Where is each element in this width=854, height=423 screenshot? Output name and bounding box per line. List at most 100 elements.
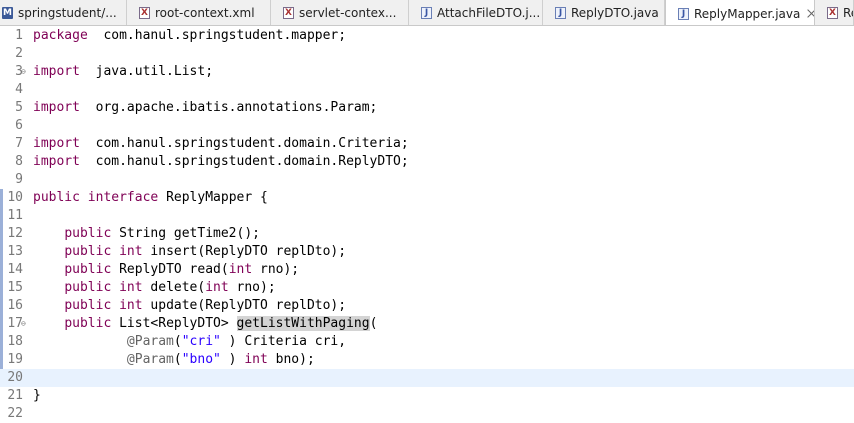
tab-label: springstudent/... (18, 6, 117, 20)
code-token: public (64, 244, 112, 259)
editor-tab[interactable]: Xservlet-contex... (271, 0, 409, 25)
code-editor[interactable]: 1 package com.hanul.springstudent.mapper;… (0, 27, 854, 423)
code-token: int (119, 244, 143, 259)
code-token: ( (173, 334, 182, 349)
code-line[interactable]: 21} (0, 387, 854, 405)
code-line[interactable]: 13 public int insert(ReplyDTO replDto); (0, 243, 854, 261)
code-line[interactable]: 6 (0, 117, 854, 135)
line-number: 9 (15, 172, 23, 187)
line-number: 8 (15, 154, 23, 169)
line-code: import java.util.List; (33, 63, 213, 81)
code-line[interactable]: 7 import com.hanul.springstudent.domain.C… (0, 135, 854, 153)
code-token: package (33, 28, 88, 43)
line-number: 18 (7, 334, 23, 349)
code-token: int (119, 298, 143, 313)
code-line[interactable]: 9 (0, 171, 854, 189)
code-line[interactable]: 12 public String getTime2(); (0, 225, 854, 243)
line-code: public String getTime2(); (33, 225, 260, 243)
code-token: @Param (126, 334, 174, 349)
tab-label: ReplyMapper.java (694, 6, 801, 21)
tab-label: AttachFileDTO.j... (437, 6, 541, 20)
editor-tab[interactable]: X Re (815, 0, 854, 25)
line-number: 12 (7, 226, 23, 241)
code-line[interactable]: 19 @Param("bno" ) int bno); (0, 351, 854, 369)
code-token: rno); (228, 280, 276, 295)
editor-tab[interactable]: Xroot-context.xml (127, 0, 271, 25)
java-file-icon: J (421, 7, 432, 19)
code-token: ( (369, 316, 378, 331)
code-line[interactable]: 15 public int delete(int rno); (0, 279, 854, 297)
code-token: public (64, 298, 112, 313)
code-token: public (64, 280, 112, 295)
fold-toggle-icon[interactable]: ⊖ (21, 320, 29, 328)
line-number: 15 (7, 280, 23, 295)
line-code: public List<ReplyDTO> getListWithPaging( (33, 315, 377, 333)
line-code: } (33, 387, 41, 405)
code-token: int (119, 280, 143, 295)
line-number: 21 (7, 388, 23, 403)
xml-file-icon: X (139, 7, 150, 19)
code-line[interactable]: 4 (0, 81, 854, 99)
maven-pom-icon: M (2, 7, 13, 19)
code-token: import (33, 136, 80, 151)
line-number: 11 (7, 208, 23, 223)
code-token: ReplyMapper { (158, 190, 268, 205)
code-token: insert(ReplyDTO replDto); (142, 244, 347, 259)
code-token: int (244, 352, 268, 367)
code-token: "bno" (181, 352, 221, 367)
editor-tab[interactable]: J ReplyDTO.java (543, 0, 665, 25)
code-token: delete( (142, 280, 206, 295)
line-code: public ReplyDTO read(int rno); (33, 261, 299, 279)
line-number: 22 (7, 406, 23, 421)
code-line[interactable]: 11 (0, 207, 854, 225)
code-token: ) Criteria cri, (220, 334, 347, 349)
code-line[interactable]: 10 public interface ReplyMapper { (0, 189, 854, 207)
code-line[interactable]: 16 public int update(ReplyDTO replDto); (0, 297, 854, 315)
code-line[interactable]: 18 @Param("cri" ) Criteria cri, (0, 333, 854, 351)
code-line[interactable]: 22 (0, 405, 854, 423)
code-token: java.util.List; (79, 64, 214, 79)
editor-tab[interactable]: Mspringstudent/... (0, 0, 127, 25)
code-token: ( (173, 352, 182, 367)
code-line[interactable]: 2 (0, 45, 854, 63)
code-token: int (228, 262, 253, 277)
code-line[interactable]: 1 package com.hanul.springstudent.mapper; (0, 27, 854, 45)
code-token: ReplyDTO read( (111, 262, 229, 277)
code-line[interactable]: 3 ⊖ import java.util.List; (0, 63, 854, 81)
code-line[interactable]: 20 (0, 369, 854, 387)
code-token: List<ReplyDTO> (111, 316, 237, 331)
line-number: 19 (7, 352, 23, 367)
code-token: "cri" (181, 334, 221, 349)
editor-tab-bar: Mspringstudent/... Xroot-context.xml Xserv… (0, 0, 854, 26)
code-line[interactable]: 17 ⊖ public List<ReplyDTO> getListWithPag… (0, 315, 854, 333)
code-token: com.hanul.springstudent.domain.Criteria; (79, 136, 409, 151)
line-number: 14 (7, 262, 23, 277)
code-line[interactable]: 14 public ReplyDTO read(int rno); (0, 261, 854, 279)
java-file-icon: J (678, 7, 689, 20)
line-number: 5 (15, 100, 23, 115)
line-code: package com.hanul.springstudent.mapper; (33, 27, 346, 45)
fold-toggle-icon[interactable]: ⊖ (21, 68, 29, 76)
line-code: import com.hanul.springstudent.domain.Cr… (33, 135, 409, 153)
code-token: int (205, 280, 229, 295)
code-token: update(ReplyDTO replDto); (142, 298, 347, 313)
editor-tab[interactable]: J ReplyMapper.java (665, 0, 815, 25)
xml-file-icon: X (827, 7, 838, 19)
code-line[interactable]: 8 import com.hanul.springstudent.domain.R… (0, 153, 854, 171)
line-number: 6 (15, 118, 23, 133)
code-line[interactable]: 5 import org.apache.ibatis.annotations.Pa… (0, 99, 854, 117)
code-token: import (33, 64, 80, 79)
editor-tab[interactable]: J AttachFileDTO.j... (409, 0, 543, 25)
close-tab-icon[interactable] (806, 8, 814, 19)
line-code: public int insert(ReplyDTO replDto); (33, 243, 346, 261)
code-token: } (33, 388, 41, 403)
code-token: getListWithPaging (236, 316, 370, 331)
line-code: public interface ReplyMapper { (33, 189, 268, 207)
